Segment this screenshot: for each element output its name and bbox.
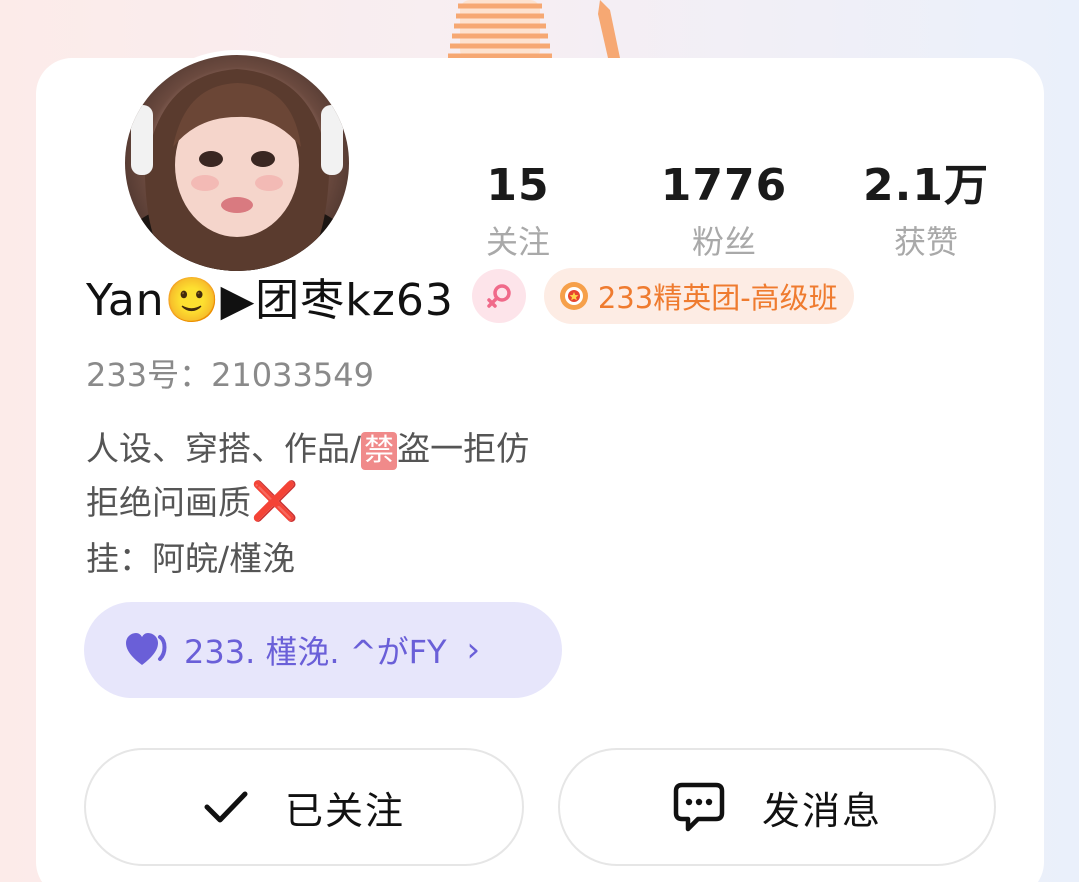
following-count: 15: [486, 160, 550, 211]
stat-following[interactable]: 15 关注: [428, 158, 608, 266]
chat-bubble-icon: [673, 782, 725, 832]
medal-icon: [559, 282, 588, 310]
avatar[interactable]: [120, 50, 354, 276]
bio-line-2-text: 拒绝问画质: [86, 483, 251, 522]
username: Yan🙂▶团枣kz63: [86, 275, 454, 326]
cross-icon: ❌: [251, 479, 299, 523]
stat-likes[interactable]: 2.1万 获赞: [836, 158, 1016, 266]
check-icon: [204, 791, 248, 823]
profile-card: 15 关注 1776 粉丝 2.1万 获赞 Yan🙂▶团枣kz63 233精英团…: [36, 50, 1044, 882]
following-label: 关注: [485, 223, 550, 261]
group-badge[interactable]: 233精英团-高级班: [543, 268, 854, 324]
send-message-label: 发消息: [761, 788, 882, 833]
followed-button[interactable]: 已关注: [84, 748, 524, 866]
bio-line-1: 人设、穿搭、作品/禁盗一拒仿: [86, 422, 529, 470]
followed-button-label: 已关注: [284, 788, 405, 833]
likes-count: 2.1万: [863, 160, 989, 211]
bio-line-2: 拒绝问画质❌: [86, 476, 298, 524]
fans-label: 粉丝: [691, 223, 756, 261]
fans-count: 1776: [660, 160, 788, 211]
bio-line-1-suffix: 盗一拒仿: [397, 429, 530, 468]
stat-fans[interactable]: 1776 粉丝: [634, 158, 814, 266]
group-link-label: 233. 槿浼. ^がFY: [184, 633, 447, 671]
bio-line-3: 挂：阿皖/槿浼: [86, 539, 296, 578]
likes-label: 获赞: [893, 223, 958, 261]
chevron-right-icon: ›: [466, 630, 481, 670]
group-badge-label: 233精英团-高级班: [597, 281, 838, 315]
heart-icon: [126, 633, 167, 665]
user-id: 233号：21033549: [86, 356, 374, 394]
female-symbol-icon: [471, 269, 526, 323]
avatar-image: [125, 55, 349, 271]
background-figure: [448, 0, 620, 60]
name-row: Yan🙂▶团枣kz63 233精英团-高级班: [86, 262, 854, 330]
bio-line-1-prefix: 人设、穿搭、作品/: [86, 429, 362, 468]
ban-emoji: 禁: [361, 432, 398, 470]
group-link-pill[interactable]: 233. 槿浼. ^がFY ›: [84, 602, 562, 698]
send-message-button[interactable]: 发消息: [558, 748, 996, 866]
